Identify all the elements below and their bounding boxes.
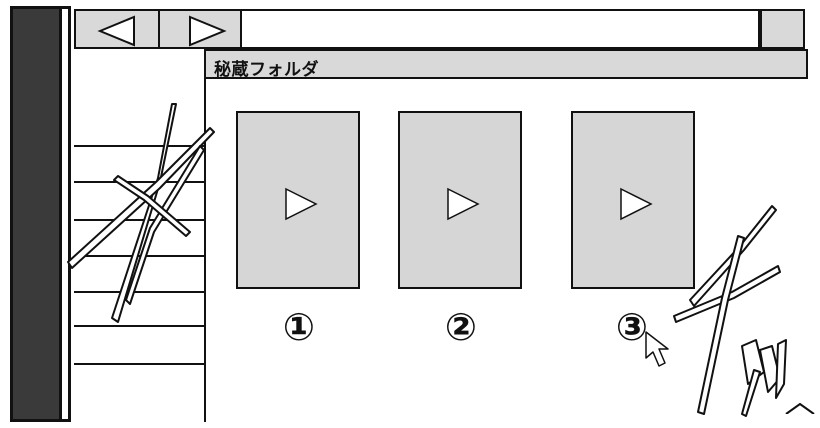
video-thumbnail-3[interactable] <box>571 111 695 289</box>
sidebar-item[interactable] <box>74 363 204 365</box>
sidebar <box>74 49 206 422</box>
forward-button[interactable] <box>158 9 244 49</box>
folder-title: 秘蔵フォルダ <box>214 60 319 80</box>
play-icon <box>285 187 318 221</box>
video-number-3: ③ <box>615 305 649 349</box>
video-thumbnail-1[interactable] <box>236 111 360 289</box>
back-arrow-icon <box>97 15 135 47</box>
back-button[interactable] <box>74 9 160 49</box>
sidebar-item[interactable] <box>74 219 204 221</box>
forward-arrow-icon <box>189 15 227 47</box>
sidebar-item[interactable] <box>74 145 204 147</box>
address-bar[interactable] <box>240 9 760 49</box>
video-number-1: ① <box>282 305 316 349</box>
video-thumbnail-2[interactable] <box>398 111 522 289</box>
play-icon <box>447 187 480 221</box>
sidebar-item[interactable] <box>74 255 204 257</box>
sidebar-item[interactable] <box>74 291 204 293</box>
screen-bezel <box>10 6 62 422</box>
play-icon <box>620 187 653 221</box>
toolbar-end-button[interactable] <box>760 9 805 49</box>
sidebar-item[interactable] <box>74 181 204 183</box>
video-number-2: ② <box>444 305 478 349</box>
sidebar-item[interactable] <box>74 325 204 327</box>
folder-header: 秘蔵フォルダ <box>206 49 808 80</box>
